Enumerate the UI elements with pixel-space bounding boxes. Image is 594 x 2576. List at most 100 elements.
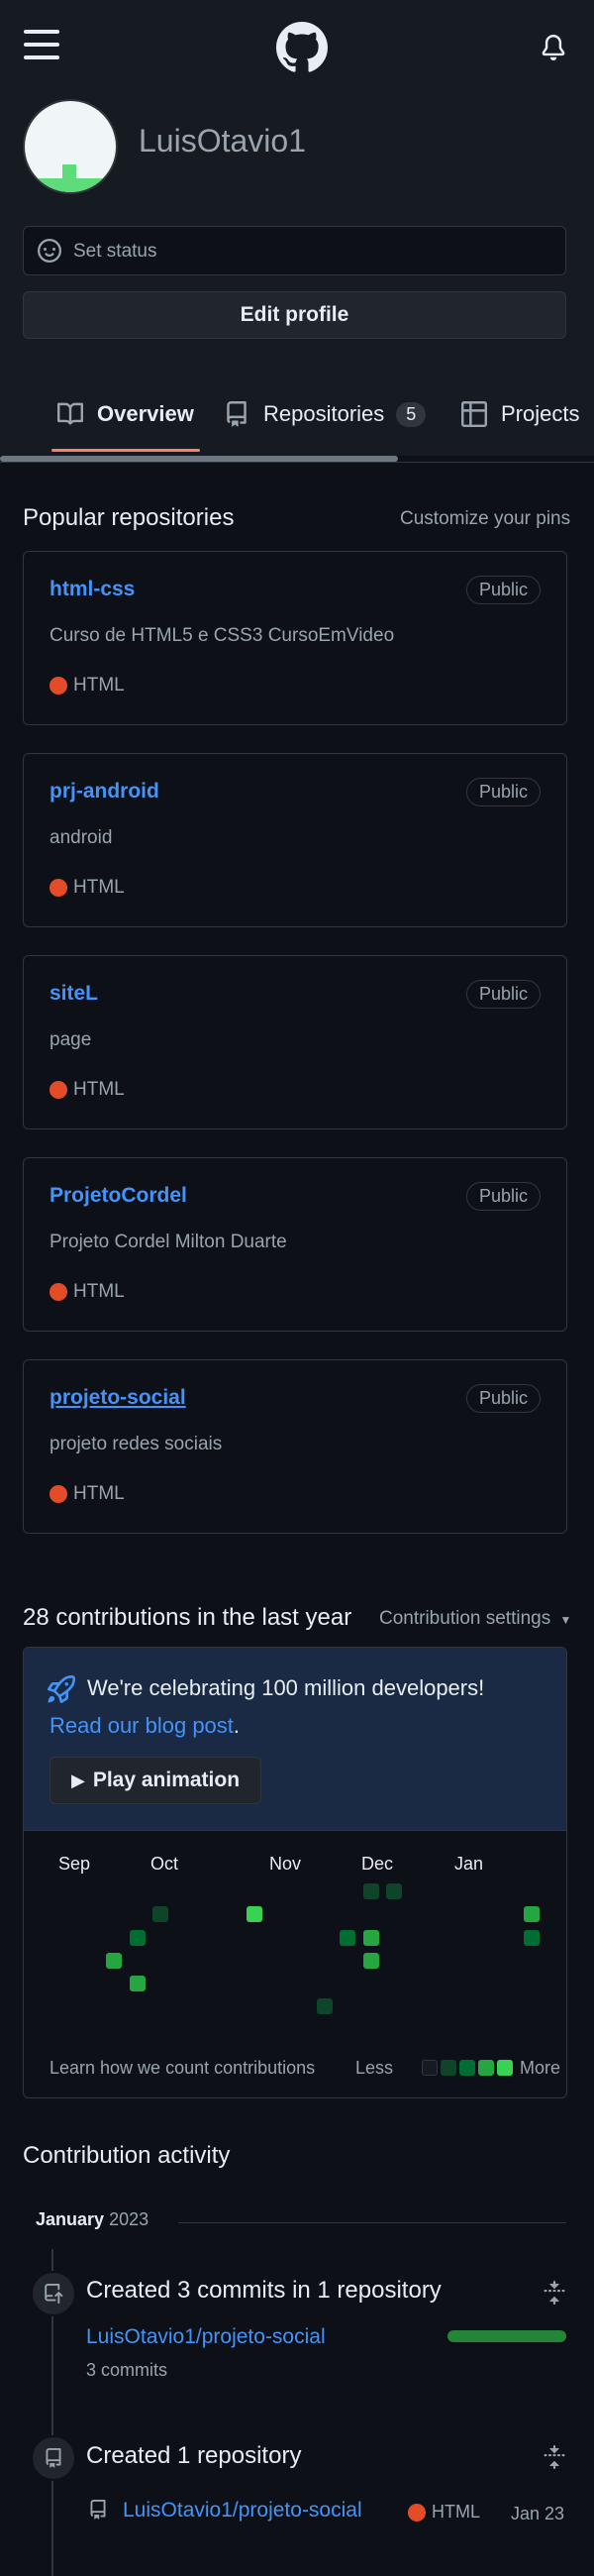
contribution-settings-dropdown[interactable]: Contribution settings ▼	[379, 1608, 571, 1630]
activity-repo-link[interactable]: LuisOtavio1/projeto-social	[123, 2499, 362, 2522]
play-animation-button[interactable]: ▶ Play animation	[50, 1757, 261, 1804]
set-status-button[interactable]: Set status	[23, 226, 566, 275]
repo-name-link[interactable]: html-css	[50, 578, 135, 601]
avatar[interactable]	[23, 99, 118, 194]
repo-description: page	[50, 1029, 92, 1050]
repo-name-link[interactable]: projeto-social	[50, 1386, 186, 1410]
repo-name-link[interactable]: siteL	[50, 982, 98, 1006]
blog-post-link[interactable]: Read our blog post	[50, 1713, 234, 1738]
month-label: Oct	[150, 1854, 179, 1874]
month-label: Jan	[454, 1854, 484, 1874]
repositories-count-badge: 5	[396, 401, 427, 427]
repo-description: Curso de HTML5 e CSS3 CursoEmVideo	[50, 625, 395, 646]
tab-overview-label: Overview	[97, 401, 194, 426]
repo-name-link[interactable]: prj-android	[50, 780, 159, 804]
contribution-day[interactable]	[524, 1930, 540, 1946]
contribution-day[interactable]	[247, 1906, 262, 1922]
tab-overview[interactable]: Overview	[57, 394, 194, 434]
language-label: HTML	[73, 1079, 125, 1100]
repo-card: ProjetoCordel Public Projeto Cordel Milt…	[23, 1157, 567, 1332]
contribution-day[interactable]	[363, 1930, 379, 1946]
contribution-activity-title: Contribution activity	[23, 2142, 231, 2169]
book-icon	[57, 402, 83, 425]
legend-level-3	[478, 2060, 494, 2076]
contribution-day[interactable]	[524, 1906, 540, 1922]
contribution-day[interactable]	[152, 1906, 168, 1922]
contribution-day[interactable]	[130, 1930, 146, 1946]
repo-icon	[31, 2435, 76, 2481]
timeline-month: January	[36, 2209, 105, 2229]
profile-username: LuisOtavio1	[139, 123, 306, 159]
learn-contributions-link[interactable]: Learn how we count contributions	[50, 2058, 315, 2079]
language-label: HTML	[73, 1483, 125, 1504]
commit-share-bar	[447, 2330, 566, 2342]
repo-card: projeto-social Public projeto redes soci…	[23, 1359, 567, 1534]
legend-less-label: Less	[355, 2058, 394, 2078]
repo-description: Projeto Cordel Milton Duarte	[50, 1232, 287, 1252]
tab-repositories[interactable]: Repositories 5	[224, 394, 427, 434]
language-color-dot	[408, 2503, 426, 2522]
legend-level-0	[422, 2060, 438, 2076]
repo-language: HTML	[50, 1483, 125, 1505]
language-label: HTML	[73, 877, 125, 898]
month-label: Dec	[361, 1854, 394, 1874]
contribution-day[interactable]	[386, 1883, 402, 1899]
language-label: HTML	[432, 2502, 480, 2522]
activity-date: Jan 23	[511, 2504, 565, 2523]
github-mark-icon[interactable]	[276, 22, 328, 73]
repo-name-link[interactable]: ProjetoCordel	[50, 1184, 187, 1208]
blog-post-line: Read our blog post.	[50, 1713, 240, 1739]
smiley-icon	[38, 239, 61, 263]
play-animation-label: Play animation	[92, 1769, 241, 1791]
activity-commit-count[interactable]: 3 commits	[86, 2360, 167, 2381]
repo-language: HTML	[50, 675, 125, 697]
tab-projects-label: Projects	[501, 401, 580, 426]
tab-selected-indicator	[51, 449, 200, 452]
contribution-settings-label: Contribution settings	[379, 1608, 551, 1629]
edit-profile-button[interactable]: Edit profile	[23, 291, 566, 339]
blog-post-period: .	[233, 1713, 241, 1738]
fold-icon[interactable]	[543, 2281, 566, 2305]
hamburger-icon[interactable]	[24, 30, 59, 59]
tab-projects[interactable]: Projects	[461, 394, 579, 434]
language-color-dot	[50, 677, 67, 695]
customize-pins-link[interactable]: Customize your pins	[400, 508, 570, 530]
repo-push-icon	[31, 2271, 76, 2316]
language-label: HTML	[73, 675, 125, 696]
celebration-text: We're celebrating 100 million developers…	[87, 1675, 485, 1700]
legend-level-1	[441, 2060, 456, 2076]
contributions-title: 28 contributions in the last year	[23, 1604, 352, 1631]
contribution-day[interactable]	[130, 1976, 146, 1991]
tabs-divider	[0, 462, 594, 463]
repo-icon	[88, 2500, 108, 2524]
month-label: Sep	[58, 1854, 91, 1874]
contribution-day[interactable]	[363, 1883, 379, 1899]
timeline-year: 2023	[109, 2209, 149, 2229]
fold-icon[interactable]	[543, 2445, 566, 2469]
repo-language: HTML	[408, 2502, 480, 2522]
repo-description: projeto redes sociais	[50, 1434, 223, 1454]
legend-more-label: More	[520, 2058, 561, 2078]
activity-repo-link[interactable]: LuisOtavio1/projeto-social	[86, 2325, 326, 2349]
language-color-dot	[50, 1081, 67, 1099]
popular-repositories-title: Popular repositories	[23, 504, 235, 531]
contribution-day[interactable]	[317, 1998, 333, 2014]
contribution-day[interactable]	[106, 1953, 122, 1969]
bell-icon[interactable]	[541, 34, 566, 61]
language-color-dot	[50, 1283, 67, 1301]
repo-card: html-css Public Curso de HTML5 e CSS3 Cu…	[23, 551, 567, 725]
contribution-day[interactable]	[363, 1953, 379, 1969]
legend-level-2	[459, 2060, 475, 2076]
visibility-badge: Public	[465, 1182, 541, 1211]
celebration-banner: We're celebrating 100 million developers…	[24, 1648, 566, 1831]
visibility-badge: Public	[465, 980, 541, 1009]
repo-language: HTML	[50, 877, 125, 899]
timeline-month-divider	[178, 2222, 566, 2223]
visibility-badge: Public	[465, 1384, 541, 1413]
language-color-dot	[50, 1485, 67, 1503]
table-icon	[461, 401, 487, 427]
contribution-day[interactable]	[340, 1930, 355, 1946]
timeline-month-heading: January 2023	[36, 2209, 148, 2230]
month-label: Nov	[269, 1854, 302, 1874]
language-color-dot	[50, 879, 67, 897]
